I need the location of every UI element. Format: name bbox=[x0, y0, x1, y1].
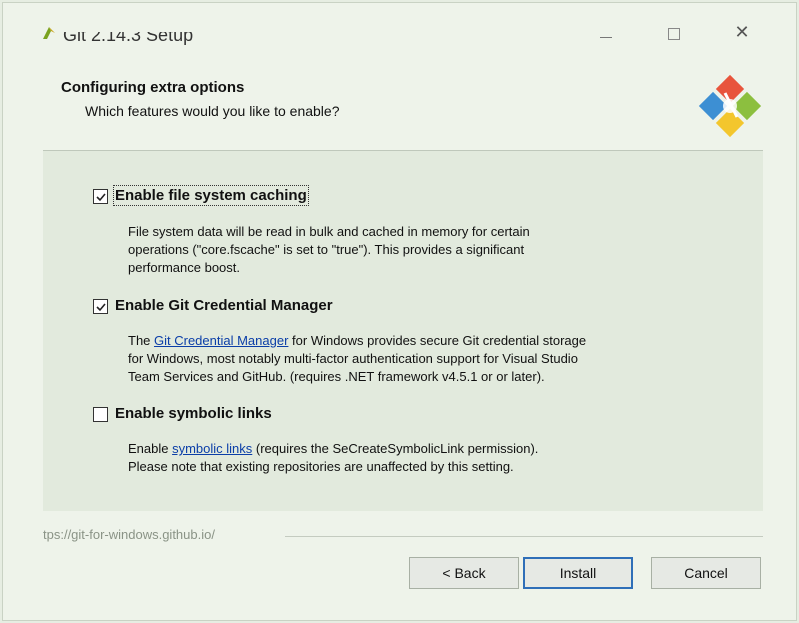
page-subtitle: Which features would you like to enable? bbox=[85, 103, 340, 119]
wizard-header: Configuring extra options Which features… bbox=[3, 49, 796, 149]
git-credential-manager-link[interactable]: Git Credential Manager bbox=[154, 333, 288, 348]
fscache-description: File system data will be read in bulk an… bbox=[128, 224, 530, 275]
page-title: Configuring extra options bbox=[61, 79, 245, 96]
credential-manager-description: The Git Credential Manager for Windows p… bbox=[128, 333, 587, 384]
setup-window: Git 2.14.3 Setup ✕ Configuring extra opt… bbox=[2, 2, 797, 621]
footer-separator bbox=[285, 536, 763, 537]
credential-manager-checkbox[interactable] bbox=[93, 299, 108, 314]
close-button[interactable]: ✕ bbox=[719, 17, 765, 47]
back-button[interactable]: < Back bbox=[409, 557, 519, 589]
credential-manager-label[interactable]: Enable Git Credential Manager bbox=[115, 297, 333, 314]
symbolic-links-link[interactable]: symbolic links bbox=[172, 441, 252, 456]
install-button[interactable]: Install bbox=[523, 557, 633, 589]
symlinks-label[interactable]: Enable symbolic links bbox=[115, 405, 272, 422]
git-setup-icon bbox=[43, 27, 55, 39]
cancel-button[interactable]: Cancel bbox=[651, 557, 761, 589]
maximize-button[interactable] bbox=[651, 17, 697, 47]
git-logo-icon bbox=[698, 74, 762, 138]
window-title: Git 2.14.3 Setup bbox=[63, 25, 194, 45]
symlinks-checkbox[interactable] bbox=[93, 407, 108, 422]
maximize-icon bbox=[668, 28, 680, 40]
symlinks-description: Enable symbolic links (requires the SeCr… bbox=[128, 441, 539, 474]
close-icon: ✕ bbox=[734, 21, 750, 42]
fscache-label[interactable]: Enable file system caching bbox=[113, 185, 309, 206]
title-bar[interactable]: Git 2.14.3 Setup ✕ bbox=[3, 3, 796, 49]
options-panel: Enable file system caching File system d… bbox=[43, 151, 763, 511]
minimize-button[interactable] bbox=[583, 17, 629, 47]
minimize-icon bbox=[600, 36, 612, 38]
check-icon bbox=[95, 302, 106, 311]
footer-url: tps://git-for-windows.github.io/ bbox=[43, 527, 215, 542]
check-icon bbox=[95, 192, 106, 201]
fscache-checkbox[interactable] bbox=[93, 189, 108, 204]
